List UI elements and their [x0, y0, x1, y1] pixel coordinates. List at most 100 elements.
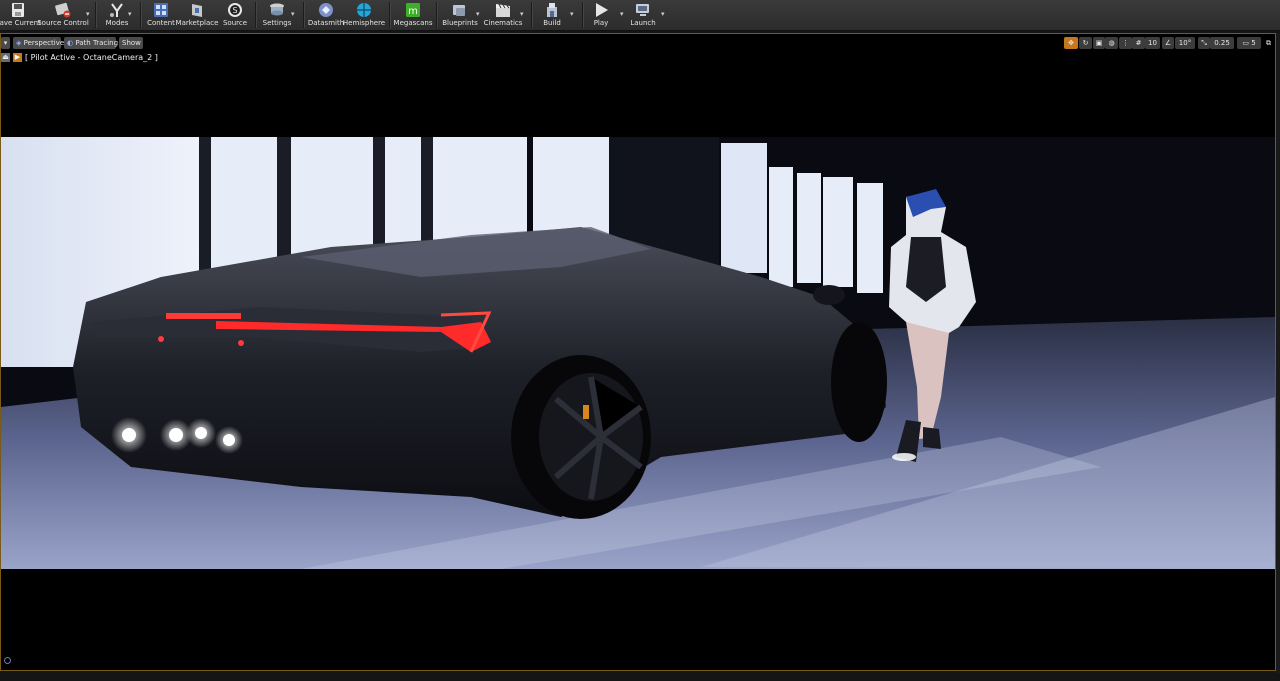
launch-label: Launch [630, 19, 656, 27]
build-label: Build [543, 19, 561, 27]
viewport-toolbar: ▾ ◈ Perspective ◐ Path Tracing Show ✥ ↻ … [1, 36, 1275, 50]
bottom-panel-edge [0, 673, 1280, 681]
camera-speed-button[interactable]: ▭ 5 [1237, 37, 1261, 49]
toolbar-separator [95, 2, 97, 28]
right-panel-edge [1276, 33, 1280, 673]
source-label: Source [222, 19, 248, 27]
scale-icon: ▣ [1095, 39, 1103, 47]
launch-icon [632, 1, 654, 19]
settings-icon [266, 1, 288, 19]
surface-snap-icon: ⋮ [1122, 39, 1129, 47]
marketplace-label: Marketplace [175, 19, 219, 27]
scale-snap-icon: ⤡ [1201, 39, 1207, 47]
world-local-button[interactable]: ◍ [1105, 37, 1118, 49]
marketplace-button[interactable]: Marketplace [175, 0, 219, 30]
datasmith-button[interactable]: Datasmith [307, 0, 345, 30]
datasmith-label: Datasmith [307, 19, 345, 27]
rotation-snap-value[interactable]: 10° [1175, 37, 1195, 49]
grid-snap-value[interactable]: 10 [1145, 37, 1160, 49]
source-control-icon [52, 1, 74, 19]
toolbar-separator [582, 2, 584, 28]
car-render-image [1, 137, 1275, 569]
modes-icon [106, 1, 128, 19]
view-mode-icon: ◐ [67, 39, 74, 47]
rotation-snap-toggle[interactable]: ∠ [1162, 37, 1174, 49]
build-dropdown-icon[interactable]: ▾ [570, 10, 574, 18]
scale-snap-value[interactable]: 0.25 [1210, 37, 1234, 49]
path-tracing-label: Path Tracing [75, 39, 119, 47]
content-label: Content [147, 19, 175, 27]
toolbar-separator [436, 2, 438, 28]
source-control-label: Source Control [37, 19, 89, 27]
chevron-down-icon: ▾ [3, 39, 8, 47]
marketplace-icon [186, 1, 208, 19]
maximize-viewport-button[interactable]: ⧉ [1264, 37, 1273, 49]
megascans-button[interactable]: m Megascans [393, 0, 433, 30]
content-button[interactable]: Content [147, 0, 175, 30]
svg-text:S: S [232, 6, 237, 15]
scale-snap-toggle[interactable]: ⤡ [1198, 37, 1210, 49]
toolbar-separator [140, 2, 142, 28]
grid-snap-label: 10 [1148, 39, 1157, 47]
megascans-label: Megascans [393, 19, 433, 27]
source-control-button[interactable]: Source Control [37, 0, 89, 30]
save-current-label: Save Current [0, 19, 41, 27]
maximize-icon: ⧉ [1266, 39, 1271, 47]
show-button[interactable]: Show [119, 37, 143, 49]
modes-button[interactable]: Modes [103, 0, 131, 30]
grid-snap-toggle[interactable]: # [1132, 37, 1145, 49]
surface-snap-button[interactable]: ⋮ [1119, 37, 1132, 49]
viewport-realtime-icon[interactable] [4, 657, 11, 664]
main-toolbar: Save Current Source Control ▾ Modes ▾ Co… [0, 0, 1280, 31]
play-label: Play [593, 19, 609, 27]
hemisphere-button[interactable]: Hemisphere [343, 0, 385, 30]
translate-mode-button[interactable]: ✥ [1064, 37, 1078, 49]
content-icon [150, 1, 172, 19]
source-button[interactable]: S Source [222, 0, 248, 30]
cinematics-dropdown-icon[interactable]: ▾ [520, 10, 524, 18]
blueprints-icon [449, 1, 471, 19]
save-current-button[interactable]: Save Current [0, 0, 41, 30]
toolbar-separator [255, 2, 257, 28]
rendered-scene [1, 137, 1275, 569]
blueprints-dropdown-icon[interactable]: ▾ [476, 10, 480, 18]
build-button[interactable]: Build [539, 0, 565, 30]
cinematics-label: Cinematics [483, 19, 523, 27]
settings-button[interactable]: Settings [262, 0, 292, 30]
toolbar-separator [531, 2, 533, 28]
rotate-mode-button[interactable]: ↻ [1079, 37, 1092, 49]
build-icon [541, 1, 563, 19]
level-viewport[interactable]: ▾ ◈ Perspective ◐ Path Tracing Show ✥ ↻ … [0, 33, 1276, 671]
launch-button[interactable]: Launch [630, 0, 656, 30]
save-icon [7, 1, 29, 19]
globe-icon: ◍ [1108, 39, 1115, 47]
rotation-snap-label: 10° [1178, 39, 1192, 47]
cinematics-button[interactable]: Cinematics [483, 0, 523, 30]
angle-icon: ∠ [1164, 39, 1172, 47]
move-icon: ✥ [1068, 39, 1074, 47]
toolbar-separator [389, 2, 391, 28]
modes-dropdown-icon[interactable]: ▾ [128, 10, 132, 18]
launch-dropdown-icon[interactable]: ▾ [661, 10, 665, 18]
play-button[interactable]: Play [589, 0, 613, 30]
camera-actor-icon: ▶ [13, 52, 22, 62]
perspective-icon: ◈ [16, 39, 22, 47]
datasmith-icon [315, 1, 337, 19]
perspective-button[interactable]: ◈ Perspective [13, 37, 64, 49]
scale-snap-label: 0.25 [1214, 39, 1230, 47]
source-icon: S [224, 1, 246, 19]
viewport-options-button[interactable]: ▾ [1, 37, 10, 49]
settings-dropdown-icon[interactable]: ▾ [291, 10, 295, 18]
modes-label: Modes [105, 19, 129, 27]
blueprints-label: Blueprints [442, 19, 478, 27]
play-icon [590, 1, 612, 19]
toolbar-separator [303, 2, 305, 28]
scale-mode-button[interactable]: ▣ [1093, 37, 1105, 49]
source-control-dropdown-icon[interactable]: ▾ [86, 10, 90, 18]
path-tracing-button[interactable]: ◐ Path Tracing [64, 37, 119, 49]
pilot-indicator: ⏏ ▶ [ Pilot Active - OctaneCamera_2 ] [1, 51, 158, 63]
svg-text:m: m [408, 6, 418, 17]
blueprints-button[interactable]: Blueprints [442, 0, 478, 30]
eject-pilot-icon[interactable]: ⏏ [1, 52, 10, 62]
play-dropdown-icon[interactable]: ▾ [620, 10, 624, 18]
